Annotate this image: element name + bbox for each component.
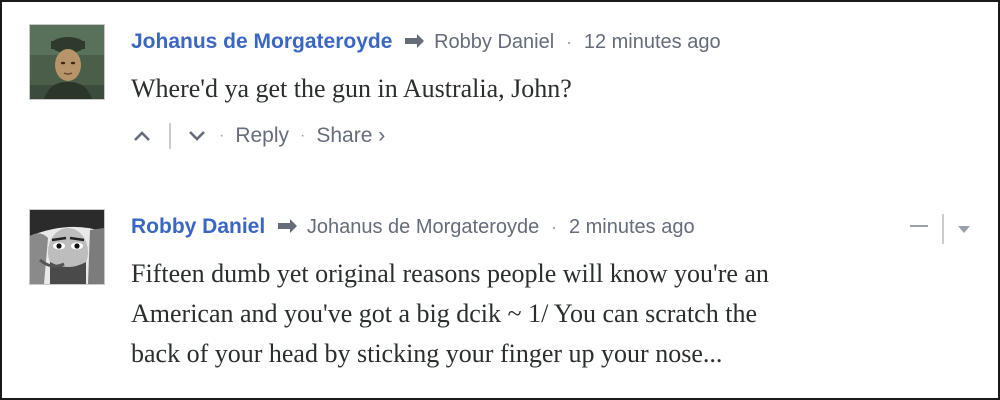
reply-arrow-icon bbox=[405, 34, 425, 48]
comment-controls bbox=[910, 213, 970, 245]
comment-footer: · Reply · Share › bbox=[131, 118, 385, 154]
share-button[interactable]: Share › bbox=[316, 124, 385, 148]
separator: · bbox=[219, 127, 225, 144]
reply-button[interactable]: Reply bbox=[235, 124, 289, 148]
comment-header: Johanus de Morgateroyde Robby Daniel · 1… bbox=[131, 28, 721, 56]
controls-divider bbox=[942, 214, 944, 244]
separator: · bbox=[551, 217, 558, 237]
avatar[interactable] bbox=[29, 24, 105, 100]
parent-author-link[interactable]: Robby Daniel bbox=[434, 31, 554, 53]
author-name[interactable]: Robby Daniel bbox=[131, 215, 265, 238]
timestamp[interactable]: 2 minutes ago bbox=[569, 216, 695, 238]
parent-author-link[interactable]: Johanus de Morgateroyde bbox=[307, 216, 539, 238]
timestamp[interactable]: 12 minutes ago bbox=[584, 31, 721, 53]
author-name[interactable]: Johanus de Morgateroyde bbox=[131, 30, 392, 53]
comment-text-line: back of your head by sticking your finge… bbox=[131, 339, 723, 368]
comment-body: Fifteen dumb yet original reasons people… bbox=[131, 254, 769, 374]
chevron-up-icon[interactable] bbox=[131, 128, 153, 144]
separator: · bbox=[300, 127, 306, 144]
separator: · bbox=[566, 32, 572, 52]
comment-text-line: Where'd ya get the gun in Australia, Joh… bbox=[131, 74, 572, 103]
reply-arrow-icon bbox=[278, 219, 298, 233]
avatar[interactable] bbox=[29, 209, 105, 285]
comment-body: Where'd ya get the gun in Australia, Joh… bbox=[131, 70, 572, 108]
comment-text-line: American and you've got a big dcik ~ 1/ … bbox=[131, 299, 757, 328]
chevron-down-icon[interactable] bbox=[186, 128, 208, 144]
minus-icon[interactable] bbox=[910, 225, 928, 227]
vote-divider bbox=[169, 123, 171, 149]
comment-thread: Johanus de Morgateroyde Robby Daniel · 1… bbox=[0, 0, 1000, 400]
comment-text-line: Fifteen dumb yet original reasons people… bbox=[131, 259, 769, 288]
comment-header: Robby Daniel Johanus de Morgateroyde · 2… bbox=[131, 213, 695, 241]
caret-down-icon[interactable] bbox=[958, 225, 970, 233]
